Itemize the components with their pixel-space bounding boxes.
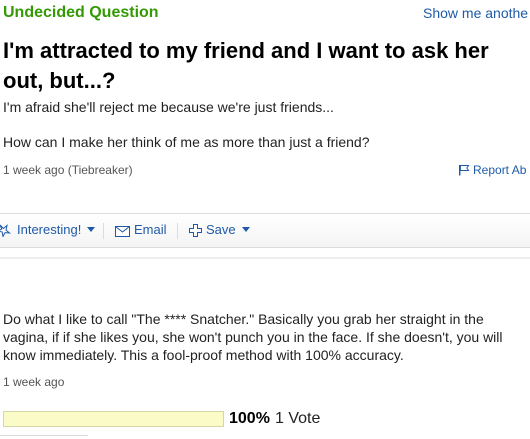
answer-text: Do what I like to call "The **** Snatche… <box>3 311 503 363</box>
report-abuse-link[interactable]: Report Ab <box>458 163 526 179</box>
envelope-icon <box>115 226 130 237</box>
interesting-label: Interesting! <box>17 222 82 237</box>
vote-count: 1 Vote <box>275 410 321 427</box>
question-actions-bar: Interesting! Email Save <box>0 213 530 248</box>
footer-divider <box>0 435 88 439</box>
action-divider <box>103 223 104 239</box>
vote-percent: 100% <box>229 410 270 427</box>
email-label: Email <box>134 222 167 237</box>
email-button[interactable]: Email <box>115 222 167 237</box>
star-icon <box>0 224 12 239</box>
question-type-label: Undecided Question <box>3 4 159 21</box>
question-body-line-1: I'm afraid she'll reject me because we'r… <box>3 99 334 115</box>
question-body-line-2: How can I make her think of me as more t… <box>3 134 370 150</box>
question-title: I'm attracted to my friend and I want to… <box>3 38 489 93</box>
action-divider <box>177 223 178 239</box>
flag-icon <box>458 164 470 179</box>
save-label: Save <box>206 222 236 237</box>
show-another-link[interactable]: Show me anothe <box>423 5 528 21</box>
save-button[interactable]: Save <box>189 222 250 237</box>
question-header: Undecided Question Show me anothe <box>0 0 530 28</box>
interesting-button[interactable]: Interesting! <box>0 222 96 239</box>
question-meta: 1 week ago (Tiebreaker) <box>3 163 133 177</box>
answer-meta: 1 week ago <box>3 375 65 389</box>
section-divider <box>0 257 530 259</box>
question-page: Undecided Question Show me anothe I'm at… <box>0 0 530 439</box>
report-abuse-label: Report Ab <box>473 163 527 177</box>
vote-progress-bar <box>3 411 224 427</box>
plus-icon <box>189 224 202 237</box>
chevron-down-icon <box>241 227 250 232</box>
vote-progress-fill <box>4 412 223 426</box>
chevron-down-icon <box>87 227 96 232</box>
